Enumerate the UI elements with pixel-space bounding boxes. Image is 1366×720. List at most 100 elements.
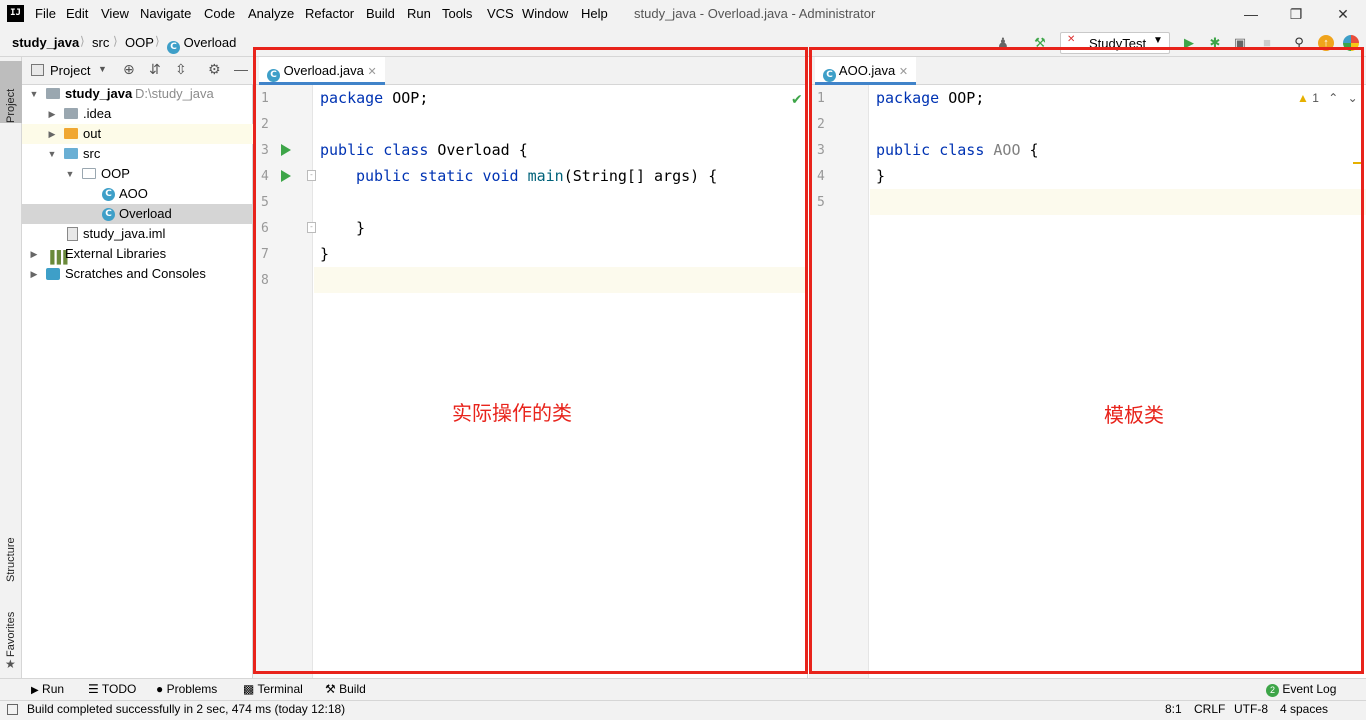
class-icon: C <box>102 188 115 201</box>
breadcrumb-overload[interactable]: C Overload <box>167 35 236 54</box>
breadcrumb-src[interactable]: src <box>92 35 109 50</box>
toggle-tool-windows-icon[interactable] <box>7 704 18 715</box>
chevron-down-icon[interactable]: ▼ <box>98 64 107 74</box>
collapse-all-icon[interactable]: ⇳ <box>175 61 187 78</box>
star-icon: ★ <box>5 657 16 671</box>
collapse-arrow-icon: ▶ <box>30 249 38 259</box>
annotation-box-left <box>253 47 808 674</box>
tab-project-label: Project <box>5 88 17 123</box>
menu-tools[interactable]: Tools <box>442 6 472 21</box>
tree-item-study-java[interactable]: ▼ study_java D:\study_java <box>22 84 253 104</box>
class-icon: C <box>167 41 180 54</box>
collapse-arrow-icon: ▶ <box>48 109 56 119</box>
tree-item-oop[interactable]: ▼ OOP <box>22 164 253 184</box>
tab-todo[interactable]: ☰ TODO <box>88 682 136 696</box>
tree-item-label: AOO <box>119 186 148 201</box>
tab-favorites-label: Favorites <box>5 611 17 657</box>
tab-structure-side[interactable]: Structure <box>0 512 22 582</box>
annotation-box-right <box>809 47 1364 674</box>
status-message[interactable]: Build completed successfully in 2 sec, 4… <box>27 702 345 716</box>
breadcrumb-oop[interactable]: OOP <box>125 35 154 50</box>
tree-item-iml[interactable]: study_java.iml <box>22 224 253 244</box>
project-view-label[interactable]: Project <box>50 63 90 78</box>
minimize-icon[interactable]: — <box>1237 4 1265 24</box>
tree-item-scratches[interactable]: ▶ Scratches and Consoles <box>22 264 253 284</box>
menu-vcs[interactable]: VCS <box>487 6 514 21</box>
tab-run-label: Run <box>42 682 65 696</box>
event-log-label: Event Log <box>1282 682 1337 696</box>
tree-item-idea[interactable]: ▶ .idea <box>22 104 253 124</box>
breadcrumb-project[interactable]: study_java <box>12 35 79 50</box>
tab-structure-label: Structure <box>5 537 17 582</box>
indent-setting[interactable]: 4 spaces <box>1280 702 1328 716</box>
tab-problems-label: Problems <box>166 682 218 696</box>
chevron-right-icon: ⟩ <box>80 34 85 48</box>
menu-edit[interactable]: Edit <box>66 6 88 21</box>
window-title: study_java - Overload.java - Administrat… <box>634 6 876 21</box>
restore-icon[interactable]: ❐ <box>1282 4 1310 24</box>
expand-arrow-icon: ▼ <box>65 169 75 179</box>
tree-item-aoo[interactable]: C AOO <box>22 184 253 204</box>
tab-run[interactable]: ▶ Run <box>31 682 64 696</box>
tab-build[interactable]: ⚒ Build <box>325 682 366 696</box>
file-encoding[interactable]: UTF-8 <box>1234 702 1268 716</box>
tab-terminal[interactable]: ▩ Terminal <box>243 682 303 696</box>
gear-icon[interactable]: ⚙ <box>208 61 221 78</box>
menu-view[interactable]: View <box>101 6 129 21</box>
tree-item-overload[interactable]: C Overload <box>22 204 253 224</box>
intellij-logo-icon: IJ <box>7 5 24 22</box>
breadcrumb-overload-label: Overload <box>183 35 237 50</box>
tree-item-label: src <box>83 146 101 161</box>
menu-file[interactable]: File <box>35 6 56 21</box>
tab-favorites-side[interactable]: Favorites ★ <box>0 597 22 672</box>
menu-window[interactable]: Window <box>522 6 568 21</box>
menu-code[interactable]: Code <box>204 6 235 21</box>
class-icon: C <box>102 208 115 221</box>
menu-run[interactable]: Run <box>407 6 431 21</box>
close-window-icon[interactable]: ✕ <box>1329 4 1357 24</box>
locate-icon[interactable]: ⊕ <box>123 61 135 78</box>
project-view-icon <box>31 64 44 76</box>
collapse-arrow-icon: ▶ <box>30 269 38 279</box>
package-icon <box>82 168 96 179</box>
menu-help[interactable]: Help <box>581 6 608 21</box>
tool-window-strip-left: Project Structure Favorites ★ <box>0 57 22 678</box>
scratches-icon <box>46 268 60 280</box>
run-icon: ▶ <box>31 685 39 696</box>
caret-position[interactable]: 8:1 <box>1165 702 1182 716</box>
expand-arrow-icon: ▼ <box>29 89 39 99</box>
menu-analyze[interactable]: Analyze <box>248 6 294 21</box>
source-folder-icon <box>64 148 78 159</box>
list-icon: ☰ <box>88 682 99 696</box>
tree-item-external-libraries[interactable]: ▶ ▐▐▐ External Libraries <box>22 244 253 264</box>
project-panel-header: Project ▼ ⊕ ⇵ ⇳ ⚙ — <box>22 57 253 85</box>
menu-refactor[interactable]: Refactor <box>305 6 354 21</box>
collapse-arrow-icon: ▶ <box>48 129 56 139</box>
tree-item-label: External Libraries <box>65 246 167 261</box>
file-icon <box>67 227 78 241</box>
event-log-button[interactable]: 2 Event Log <box>1266 682 1336 697</box>
tree-item-label: Overload <box>119 206 172 221</box>
expand-arrow-icon: ▼ <box>47 149 57 159</box>
chevron-down-icon: ▼ <box>1153 35 1163 46</box>
event-count-badge: 2 <box>1266 684 1279 697</box>
tree-item-out[interactable]: ▶ out <box>22 124 253 144</box>
tree-item-path: D:\study_java <box>135 86 214 101</box>
hammer-icon: ⚒ <box>325 682 336 696</box>
tree-item-label: .idea <box>83 106 112 121</box>
tab-problems[interactable]: ● Problems <box>156 682 217 696</box>
tab-project-side[interactable]: Project <box>0 61 22 123</box>
menu-build[interactable]: Build <box>366 6 395 21</box>
tree-item-label: study_java <box>65 86 133 101</box>
tab-terminal-label: Terminal <box>257 682 303 696</box>
chevron-right-icon: ⟩ <box>155 34 160 48</box>
hide-icon[interactable]: — <box>234 61 248 77</box>
tree-item-src[interactable]: ▼ src <box>22 144 253 164</box>
folder-icon <box>64 108 78 119</box>
expand-all-icon[interactable]: ⇵ <box>149 61 161 78</box>
config-error-icon: ✕ <box>1067 34 1076 45</box>
line-separator[interactable]: CRLF <box>1194 702 1225 716</box>
module-folder-icon <box>46 88 60 99</box>
tree-item-label: OOP <box>101 166 130 181</box>
menu-navigate[interactable]: Navigate <box>140 6 191 21</box>
